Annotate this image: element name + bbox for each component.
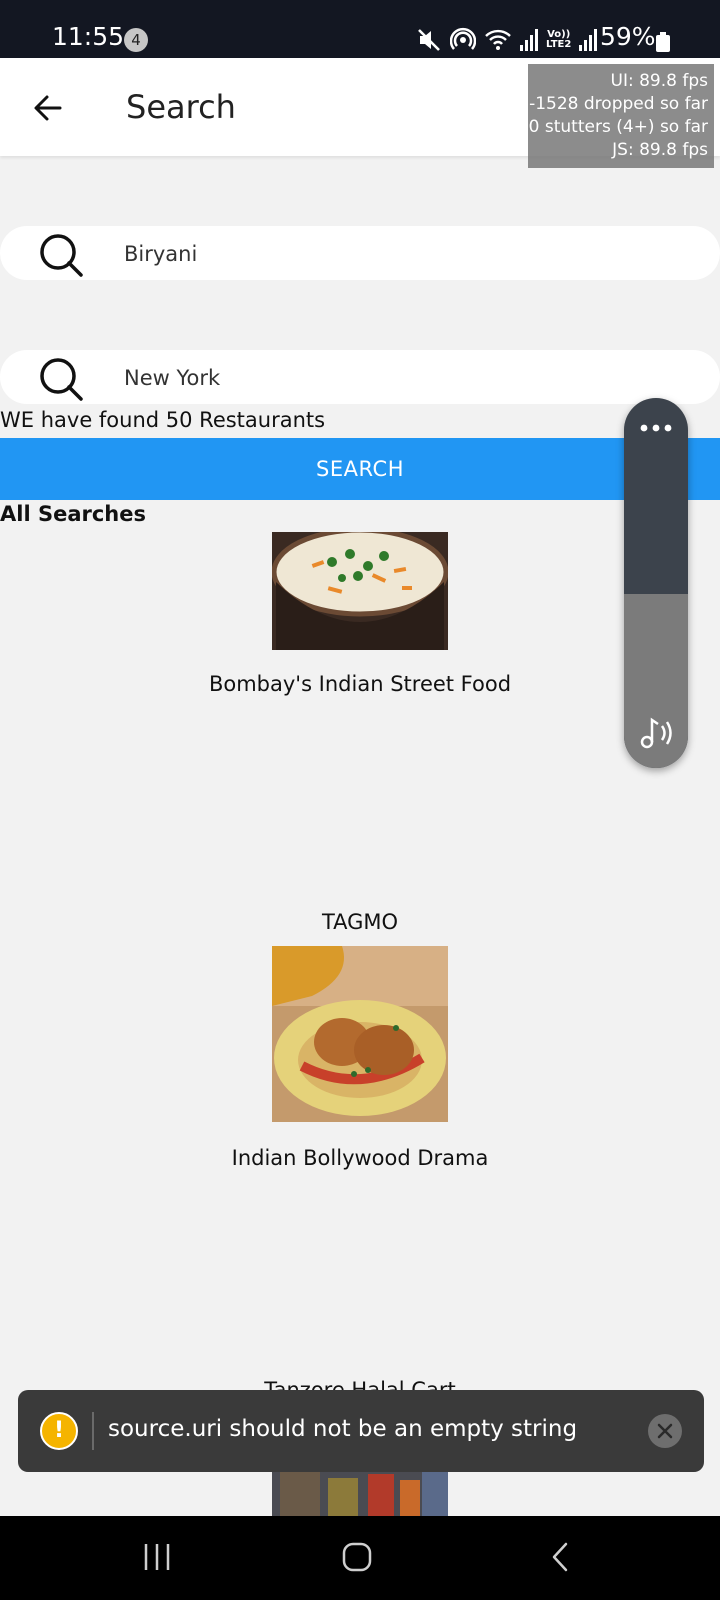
street-cart-photo (272, 1472, 448, 1516)
results-count-text: WE have found 50 Restaurants (0, 408, 326, 432)
more-dots-icon[interactable] (638, 420, 674, 436)
search-icon (40, 234, 83, 277)
notification-count-badge: 4 (124, 28, 148, 52)
arrow-left-icon[interactable] (30, 90, 66, 126)
error-toast: ! source.uri should not be an empty stri… (18, 1390, 704, 1472)
search-icon (40, 358, 83, 401)
warning-icon: ! (40, 1412, 78, 1450)
section-title: All Searches (0, 502, 146, 526)
back-icon[interactable] (544, 1540, 578, 1574)
restaurant-name[interactable]: Indian Bollywood Drama (0, 1146, 720, 1170)
wifi-icon (485, 29, 511, 50)
fps-js-line: JS: 89.8 fps (612, 140, 708, 160)
fps-ui-line: UI: 89.8 fps (610, 71, 708, 91)
restaurant-name[interactable]: Bombay's Indian Street Food (0, 672, 720, 696)
location-search-field (0, 350, 720, 406)
system-nav-bar (0, 1516, 720, 1600)
music-note-icon[interactable] (638, 716, 676, 750)
hotspot-icon (450, 27, 476, 50)
fps-dropped-line: -1528 dropped so far (529, 94, 708, 114)
croquettes-plate-photo (272, 946, 448, 1122)
page-title: Search (126, 88, 236, 126)
search-button[interactable]: SEARCH (0, 438, 720, 500)
status-time: 11:55 (52, 22, 125, 51)
restaurant-image[interactable] (272, 946, 448, 1122)
home-icon[interactable] (340, 1540, 374, 1574)
status-icons: Vo)) LTE2 (416, 24, 598, 56)
mute-icon (418, 29, 440, 51)
signal-icon (579, 29, 598, 51)
toast-message: source.uri should not be an empty string (108, 1416, 578, 1442)
signal-icon (520, 29, 538, 51)
close-icon[interactable] (648, 1414, 682, 1448)
volume-panel[interactable] (624, 398, 688, 768)
battery-percent: 59% (600, 22, 656, 51)
fps-overlay: UI: 89.8 fps -1528 dropped so far 0 stut… (528, 64, 714, 168)
dish-search-input[interactable] (122, 226, 686, 282)
fps-stutters-line: 0 stutters (4+) so far (528, 117, 708, 137)
battery-icon (656, 32, 670, 52)
restaurant-name[interactable]: TAGMO (0, 910, 720, 934)
restaurant-image[interactable] (272, 532, 448, 650)
toast-divider (92, 1412, 94, 1450)
recents-icon[interactable] (140, 1540, 174, 1574)
dish-search-field (0, 226, 720, 282)
biryani-pot-photo (272, 532, 448, 650)
restaurant-image[interactable] (272, 1472, 448, 1516)
status-bar: 11:55 4 Vo)) LTE2 59% (0, 0, 720, 58)
location-search-input[interactable] (122, 350, 686, 406)
volte-icon: Vo)) LTE2 (546, 29, 572, 50)
